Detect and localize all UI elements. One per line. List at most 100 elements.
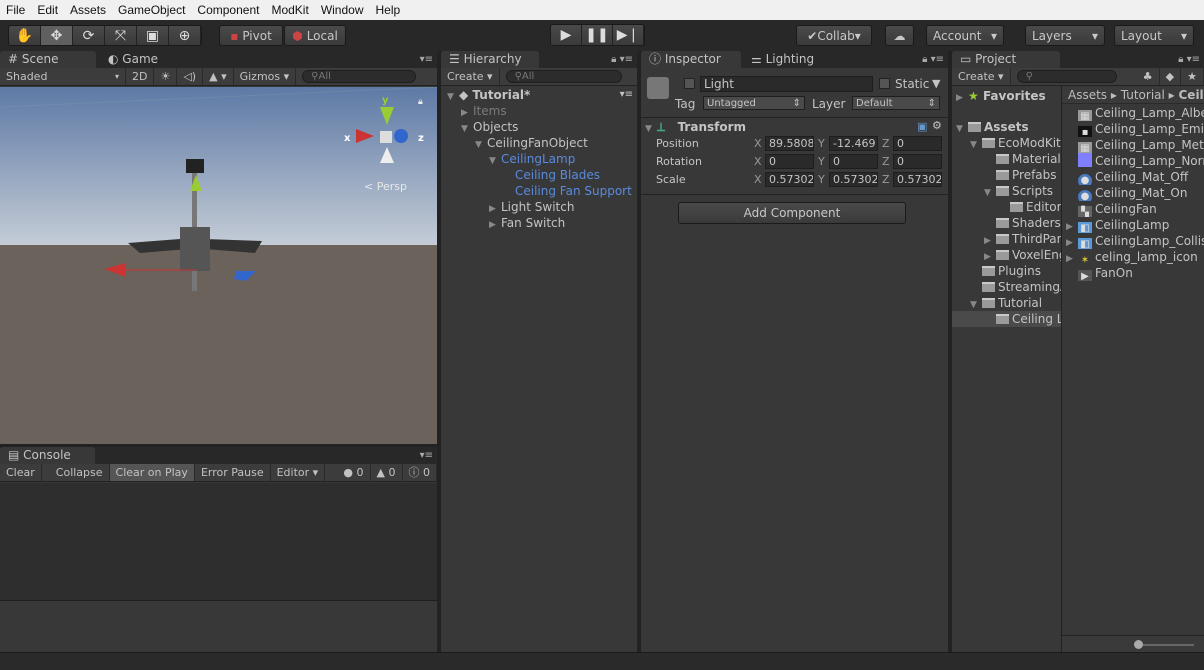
breadcrumb-current[interactable]: Ceiling Lamp: [1179, 88, 1204, 102]
project-folder[interactable]: Ceiling Lamp: [952, 311, 1061, 327]
rotate-icon[interactable]: ⟳: [73, 26, 105, 45]
hand-icon[interactable]: ✋: [9, 26, 41, 45]
project-asset[interactable]: ▪Ceiling_Lamp_Emission: [1062, 121, 1204, 137]
menu-component[interactable]: Component: [191, 3, 265, 17]
rotation-z-field[interactable]: 0: [893, 154, 942, 169]
expand-right-icon[interactable]: ▶: [1062, 251, 1078, 265]
account-dropdown[interactable]: Account ▾: [926, 25, 1004, 46]
lighting-toggle-icon[interactable]: ☀: [154, 68, 178, 85]
editor-dropdown[interactable]: Editor ▾: [271, 464, 326, 481]
hierarchy-item[interactable]: ▶ Fan Switch: [489, 215, 565, 231]
project-folder[interactable]: ▶ VoxelEngine: [952, 247, 1061, 263]
project-folder[interactable]: Editor: [952, 199, 1061, 215]
favorite-star-icon[interactable]: ★: [1181, 68, 1204, 85]
tab-lighting[interactable]: ⚌ Lighting: [743, 51, 822, 68]
tab-game[interactable]: ◐ Game: [100, 51, 166, 68]
project-folder[interactable]: Materials: [952, 151, 1061, 167]
effects-dropdown-icon[interactable]: ▲ ▾: [203, 68, 234, 85]
audio-toggle-icon[interactable]: ◁): [177, 68, 204, 85]
static-checkbox[interactable]: [879, 78, 890, 89]
menu-edit[interactable]: Edit: [31, 3, 64, 17]
tag-dropdown[interactable]: Untagged ⇕: [703, 96, 805, 110]
pause-icon[interactable]: ❚❚: [582, 25, 613, 45]
2d-toggle[interactable]: 2D: [126, 68, 155, 85]
expand-down-icon[interactable]: ▼: [970, 297, 982, 311]
expand-down-icon[interactable]: ▼: [461, 121, 473, 137]
expand-down-icon[interactable]: ▼: [970, 137, 982, 151]
pivot-button[interactable]: ▪ Pivot: [219, 25, 283, 46]
active-checkbox[interactable]: [684, 78, 695, 89]
menu-gameobject[interactable]: GameObject: [112, 3, 191, 17]
scale-icon[interactable]: ⤧: [105, 26, 137, 45]
gizmos-dropdown[interactable]: Gizmos ▾: [234, 68, 297, 85]
project-folder[interactable]: ▼ Assets: [952, 119, 1061, 135]
position-y-field[interactable]: -12.469: [829, 136, 878, 151]
hierarchy-item[interactable]: ▶ Items: [461, 103, 507, 119]
project-asset[interactable]: ▶ ◧ CeilingLamp: [1062, 217, 1204, 233]
project-folder[interactable]: Prefabs: [952, 167, 1061, 183]
expand-right-icon[interactable]: ▶: [1062, 219, 1078, 233]
panel-menu-icon[interactable]: ▾≡: [420, 450, 433, 461]
expand-down-icon[interactable]: ▼: [475, 137, 487, 153]
clear-on-play-toggle[interactable]: Clear on Play: [109, 464, 195, 481]
hierarchy-search-input[interactable]: ⚲All: [505, 70, 622, 83]
project-asset[interactable]: Ceiling_Lamp_Normal: [1062, 153, 1204, 169]
orientation-gizmo[interactable]: y x z: [344, 95, 426, 171]
project-asset[interactable]: ▶ ✶ celing_lamp_icon: [1062, 249, 1204, 265]
project-asset[interactable]: ● Ceiling_Mat_On: [1062, 185, 1204, 201]
position-z-field[interactable]: 0: [893, 136, 942, 151]
position-x-field[interactable]: 89.5808: [765, 136, 814, 151]
hierarchy-item[interactable]: Ceiling Fan Support: [503, 183, 632, 199]
project-asset[interactable]: ▦Ceiling_Lamp_Albedo: [1062, 105, 1204, 121]
hierarchy-item[interactable]: Ceiling Blades: [503, 167, 600, 183]
add-component-button[interactable]: Add Component: [678, 202, 906, 224]
local-button[interactable]: ⬢ Local: [284, 25, 346, 46]
move-icon[interactable]: ✥: [41, 26, 73, 45]
tab-inspector[interactable]: ⓘ Inspector: [641, 51, 741, 68]
tab-hierarchy[interactable]: ☰ Hierarchy: [441, 51, 539, 68]
lock-menu-icon[interactable]: 🔒︎ ▾≡: [611, 54, 633, 65]
menu-modkit[interactable]: ModKit: [265, 3, 314, 17]
filter-label-icon[interactable]: ◆: [1160, 68, 1182, 85]
shading-dropdown[interactable]: Shaded ▾: [0, 68, 126, 85]
expand-down-icon[interactable]: ▼: [984, 185, 996, 199]
project-asset[interactable]: ▚ CeilingFan: [1062, 201, 1204, 217]
cloud-button[interactable]: ☁: [885, 25, 914, 46]
scene-search-input[interactable]: ⚲All: [302, 70, 417, 83]
console-log-list[interactable]: [0, 483, 437, 601]
favorites-folder[interactable]: ▶ ★ Favorites: [956, 88, 1046, 104]
collapse-button[interactable]: Collapse: [50, 464, 110, 481]
hierarchy-item[interactable]: ▼ CeilingLamp: [489, 151, 575, 167]
layer-dropdown[interactable]: Default ⇕: [852, 96, 940, 110]
projection-label[interactable]: < Persp: [364, 180, 407, 193]
scene-viewport[interactable]: y x z < Persp 🔒︎: [0, 87, 437, 444]
hierarchy-item[interactable]: ▼ Objects: [461, 119, 518, 135]
breadcrumb-tutorial[interactable]: Tutorial: [1121, 88, 1165, 102]
layers-dropdown[interactable]: Layers ▾: [1025, 25, 1105, 46]
create-dropdown[interactable]: Create ▾: [952, 68, 1011, 85]
project-folder[interactable]: ▼ Tutorial: [952, 295, 1061, 311]
breadcrumb-assets[interactable]: Assets: [1068, 88, 1107, 102]
menu-help[interactable]: Help: [370, 3, 407, 17]
create-dropdown[interactable]: Create ▾: [441, 68, 500, 85]
rotation-y-field[interactable]: 0: [829, 154, 878, 169]
lock-icon[interactable]: 🔒︎: [418, 97, 423, 107]
tab-scene[interactable]: # Scene: [0, 51, 96, 68]
rotation-x-field[interactable]: 0: [765, 154, 814, 169]
project-folder[interactable]: Plugins: [952, 263, 1061, 279]
warnings-toggle[interactable]: ▲ 0: [371, 464, 403, 481]
lock-menu-icon[interactable]: 🔒︎ ▾≡: [922, 54, 944, 65]
menu-file[interactable]: File: [0, 3, 31, 17]
expand-right-icon[interactable]: ▶: [489, 217, 501, 233]
scene-root[interactable]: ▼ ◆ Tutorial* ▾≡: [447, 87, 637, 103]
filter-type-icon[interactable]: ♣: [1137, 68, 1160, 85]
project-asset[interactable]: ▦Ceiling_Lamp_Metallic: [1062, 137, 1204, 153]
expand-right-icon[interactable]: ▶: [1062, 235, 1078, 249]
help-book-icon[interactable]: ▣: [917, 120, 927, 133]
static-dropdown-icon[interactable]: ▼: [932, 77, 940, 90]
expand-right-icon[interactable]: ▶: [984, 249, 996, 263]
errors-toggle[interactable]: ● 0: [337, 464, 371, 481]
project-folder[interactable]: StreamingAssets: [952, 279, 1061, 295]
project-folder[interactable]: ▶ ThirdParty: [952, 231, 1061, 247]
name-field[interactable]: Light: [700, 76, 873, 92]
